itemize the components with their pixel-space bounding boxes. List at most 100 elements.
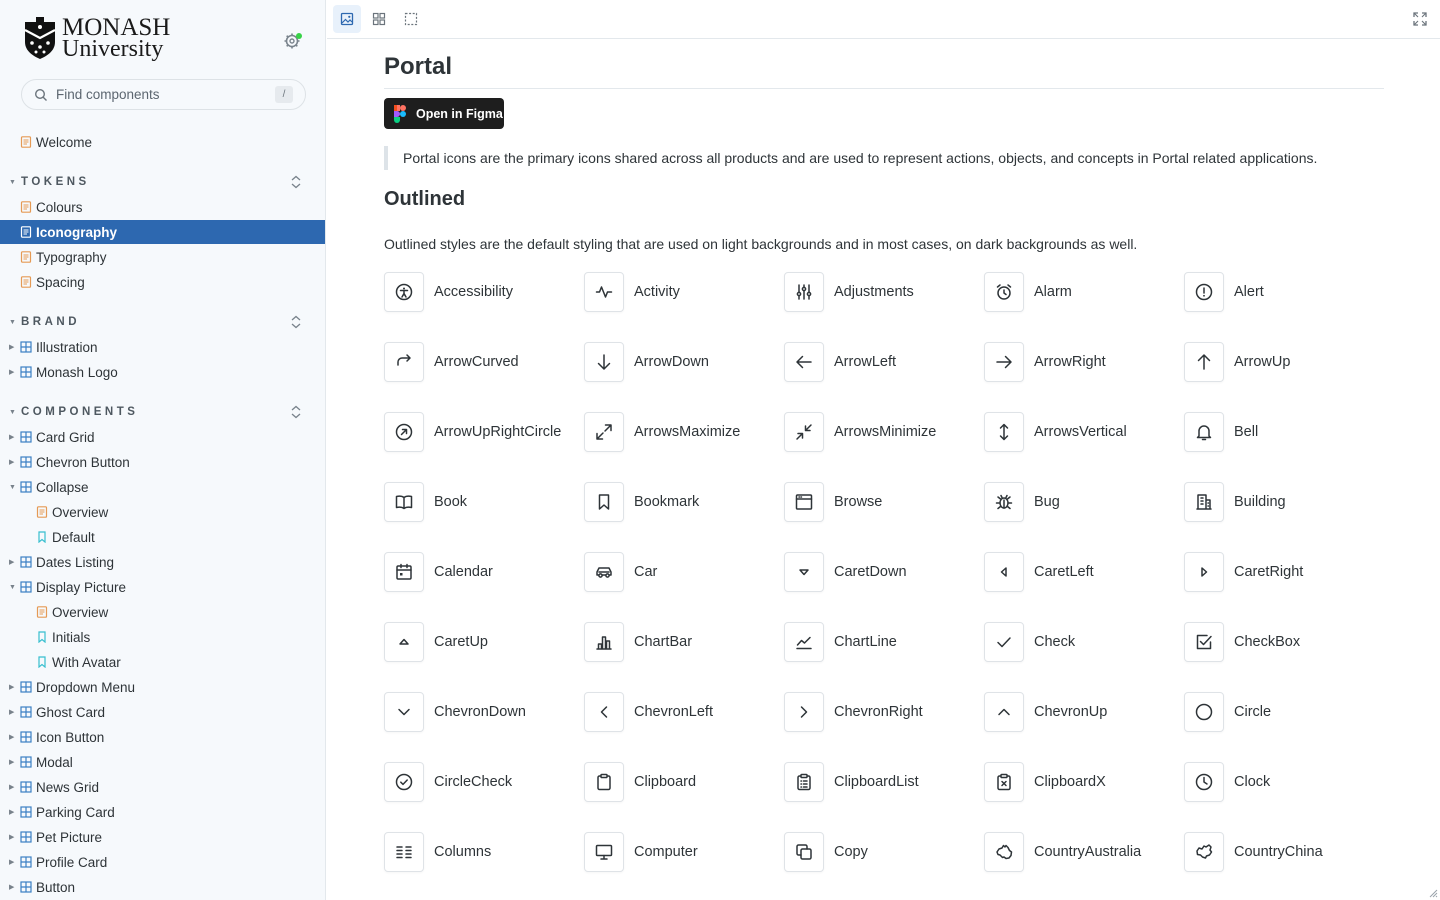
icon-tile-copy[interactable]: Copy (784, 832, 984, 872)
sidebar-item-overview[interactable]: Overview (0, 500, 325, 524)
icon-tile-computer[interactable]: Computer (584, 832, 784, 872)
icon-tile-building[interactable]: Building (1184, 482, 1384, 522)
icon-name-label: ArrowCurved (434, 354, 519, 370)
monash-logo[interactable]: MONASH University (22, 15, 170, 61)
tab-grid[interactable] (365, 5, 393, 33)
icon-tile-check[interactable]: Check (984, 622, 1184, 662)
sidebar-item-parking-card[interactable]: ▶ Parking Card (0, 800, 325, 824)
sidebar-item-spacing[interactable]: Spacing (0, 270, 325, 294)
icon-tile-clipboard-x[interactable]: ClipboardX (984, 762, 1184, 802)
icon-tile-caret-left[interactable]: CaretLeft (984, 552, 1184, 592)
sidebar-item-card-grid[interactable]: ▶ Card Grid (0, 425, 325, 449)
sidebar-item-ghost-card[interactable]: ▶ Ghost Card (0, 700, 325, 724)
icon-tile-car[interactable]: Car (584, 552, 784, 592)
sidebar-item-chevron-button[interactable]: ▶ Chevron Button (0, 450, 325, 474)
icon-tile-chevron-up[interactable]: ChevronUp (984, 692, 1184, 732)
search-input[interactable] (56, 87, 256, 102)
sidebar-item-profile-card[interactable]: ▶ Profile Card (0, 850, 325, 874)
icon-tile-browse[interactable]: Browse (784, 482, 984, 522)
icon-tile-clipboard-list[interactable]: ClipboardList (784, 762, 984, 802)
sidebar-item-display-picture[interactable]: ▼ Display Picture (0, 575, 325, 599)
sidebar-item-default[interactable]: Default (0, 525, 325, 549)
icon-tile-columns[interactable]: Columns (384, 832, 584, 872)
section-tokens[interactable]: ▼ TOKENS (0, 172, 325, 192)
expand-all-icon[interactable] (289, 314, 303, 330)
section-title: TOKENS (21, 176, 90, 188)
expand-all-icon[interactable] (289, 404, 303, 420)
caret-right-icon: ▶ (9, 459, 15, 466)
icon-tile-circle[interactable]: Circle (1184, 692, 1384, 732)
sidebar-item-pet-picture[interactable]: ▶ Pet Picture (0, 825, 325, 849)
sidebar-item-welcome[interactable]: Welcome (0, 130, 325, 154)
icon-tile-caret-down[interactable]: CaretDown (784, 552, 984, 592)
sidebar-item-typography[interactable]: Typography (0, 245, 325, 269)
fullscreen-button[interactable] (1412, 11, 1428, 27)
resize-grip-icon[interactable] (1428, 888, 1438, 898)
sidebar-item-overview[interactable]: Overview (0, 600, 325, 624)
sidebar-item-button[interactable]: ▶ Button (0, 875, 325, 899)
sidebar-item-colours[interactable]: Colours (0, 195, 325, 219)
icon-tile-clock[interactable]: Clock (1184, 762, 1384, 802)
icon-tile-calendar[interactable]: Calendar (384, 552, 584, 592)
sidebar-item-dropdown-menu[interactable]: ▶ Dropdown Menu (0, 675, 325, 699)
icon-tile-arrows-vertical[interactable]: ArrowsVertical (984, 412, 1184, 452)
icon-tile-arrow-up-right-circle[interactable]: ArrowUpRightCircle (384, 412, 584, 452)
icon-tile-caret-up[interactable]: CaretUp (384, 622, 584, 662)
icon-tile-book[interactable]: Book (384, 482, 584, 522)
icon-tile-chevron-right[interactable]: ChevronRight (784, 692, 984, 732)
sidebar-item-with-avatar[interactable]: With Avatar (0, 650, 325, 674)
chevron-left-icon (600, 706, 608, 718)
section-brand[interactable]: ▼ BRAND (0, 312, 325, 332)
icon-tile-bell[interactable]: Bell (1184, 412, 1384, 452)
icon-tile-arrows-minimize[interactable]: ArrowsMinimize (784, 412, 984, 452)
sidebar-item-label: Card Grid (36, 429, 95, 445)
sidebar-item-label: Illustration (36, 339, 98, 355)
icon-tile-alarm[interactable]: Alarm (984, 272, 1184, 312)
icon-name-label: Clock (1234, 774, 1271, 790)
icon-tile-activity[interactable]: Activity (584, 272, 784, 312)
icon-tile-caret-right[interactable]: CaretRight (1184, 552, 1384, 592)
section-components[interactable]: ▼ COMPONENTS (0, 402, 325, 422)
search-box[interactable]: / (21, 79, 306, 110)
sidebar-item-icon-button[interactable]: ▶ Icon Button (0, 725, 325, 749)
icon-tile-arrow-left[interactable]: ArrowLeft (784, 342, 984, 382)
sidebar-item-initials[interactable]: Initials (0, 625, 325, 649)
icon-tile-arrow-up[interactable]: ArrowUp (1184, 342, 1384, 382)
expand-all-icon[interactable] (289, 174, 303, 190)
icon-tile-chevron-left[interactable]: ChevronLeft (584, 692, 784, 732)
sidebar-item-dates-listing[interactable]: ▶ Dates Listing (0, 550, 325, 574)
icon-preview-box (584, 622, 624, 662)
icon-preview-box (784, 692, 824, 732)
icon-tile-accessibility[interactable]: Accessibility (384, 272, 584, 312)
icon-tile-chevron-down[interactable]: ChevronDown (384, 692, 584, 732)
icon-tile-bug[interactable]: Bug (984, 482, 1184, 522)
icon-tile-arrow-right[interactable]: ArrowRight (984, 342, 1184, 382)
settings-button[interactable] (282, 31, 302, 51)
icon-tile-arrows-maximize[interactable]: ArrowsMaximize (584, 412, 784, 452)
icon-tile-clipboard[interactable]: Clipboard (584, 762, 784, 802)
icon-tile-chart-bar[interactable]: ChartBar (584, 622, 784, 662)
icon-tile-arrow-curved[interactable]: ArrowCurved (384, 342, 584, 382)
sidebar-item-illustration[interactable]: ▶ Illustration (0, 335, 325, 359)
arrow-left-icon (796, 355, 812, 369)
sidebar-item-monash-logo[interactable]: ▶ Monash Logo (0, 360, 325, 384)
icon-tile-check-box[interactable]: CheckBox (1184, 622, 1384, 662)
icon-tile-country-china[interactable]: CountryChina (1184, 832, 1384, 872)
sidebar-item-label: Modal (36, 754, 73, 770)
open-in-figma-button[interactable]: Open in Figma (384, 98, 504, 129)
tab-canvas[interactable] (333, 5, 361, 33)
tab-outline[interactable] (397, 5, 425, 33)
caret-right-icon: ▶ (9, 759, 15, 766)
icon-tile-adjustments[interactable]: Adjustments (784, 272, 984, 312)
icon-tile-circle-check[interactable]: CircleCheck (384, 762, 584, 802)
icon-tile-bookmark[interactable]: Bookmark (584, 482, 784, 522)
sidebar-item-modal[interactable]: ▶ Modal (0, 750, 325, 774)
icon-tile-chart-line[interactable]: ChartLine (784, 622, 984, 662)
icon-tile-arrow-down[interactable]: ArrowDown (584, 342, 784, 382)
icon-tile-country-australia[interactable]: CountryAustralia (984, 832, 1184, 872)
sidebar-item-collapse[interactable]: ▼ Collapse (0, 475, 325, 499)
document-icon (20, 251, 32, 263)
sidebar-item-iconography[interactable]: Iconography (0, 220, 325, 244)
icon-tile-alert[interactable]: Alert (1184, 272, 1384, 312)
sidebar-item-news-grid[interactable]: ▶ News Grid (0, 775, 325, 799)
